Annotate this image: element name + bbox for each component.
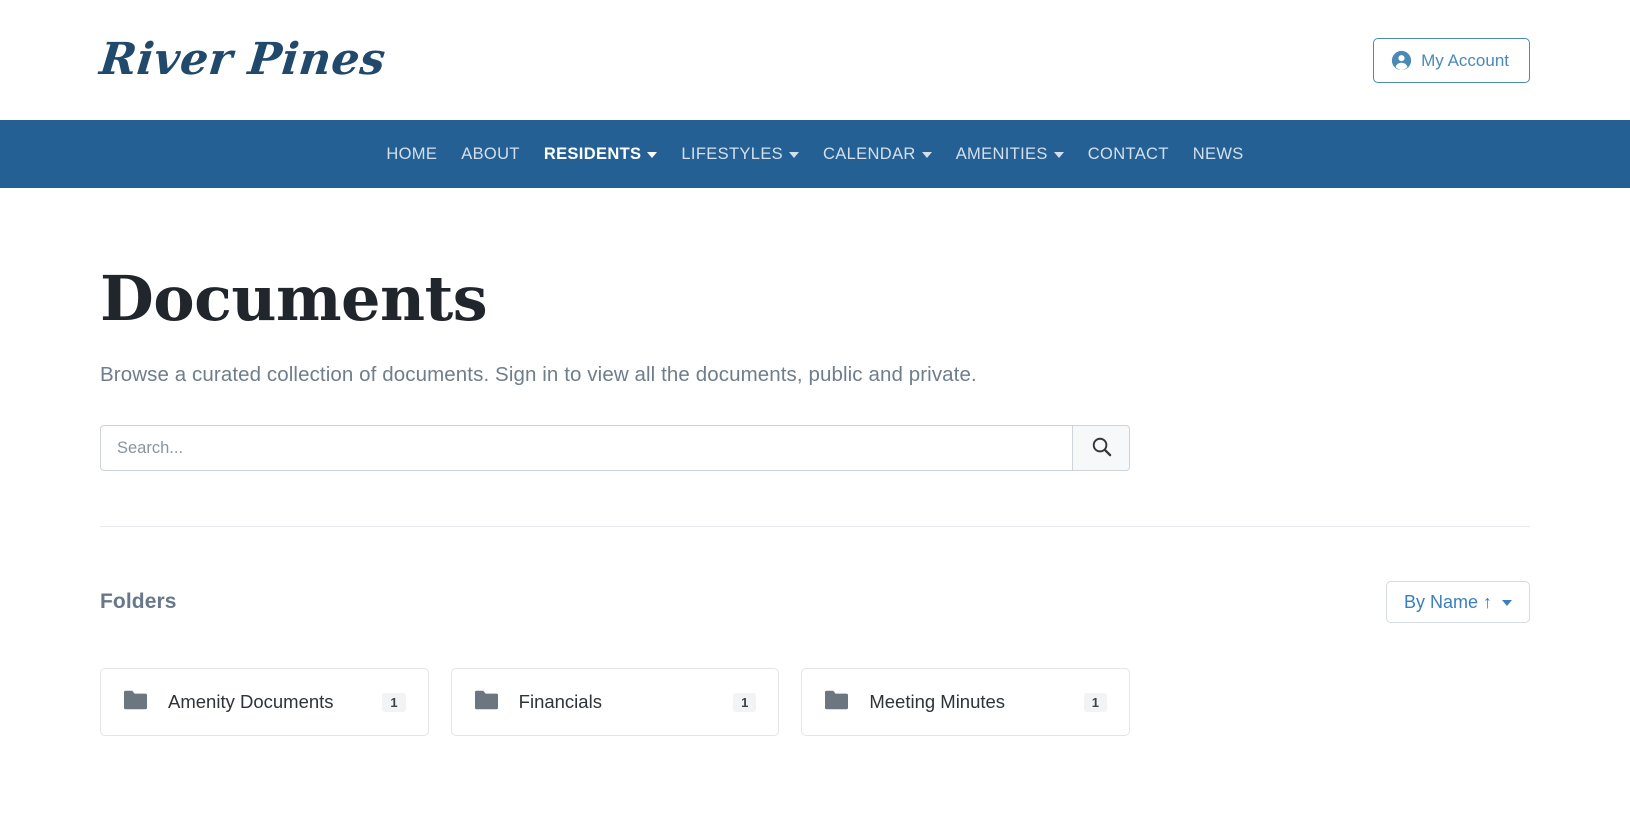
- folder-item-count-badge: 1: [382, 692, 406, 712]
- folder-item-count-badge: 1: [733, 692, 757, 712]
- document-search-bar: [100, 425, 1130, 472]
- nav-item-label: CALENDAR: [823, 144, 916, 163]
- chevron-down-icon: [647, 151, 658, 158]
- chevron-down-icon: [1053, 151, 1064, 158]
- folder-card-meeting-minutes[interactable]: Meeting Minutes 1: [801, 668, 1130, 737]
- nav-item-lifestyles[interactable]: LIFESTYLES: [669, 145, 811, 164]
- my-account-label: My Account: [1421, 50, 1509, 70]
- nav-item-label: HOME: [386, 144, 438, 163]
- nav-item-residents[interactable]: RESIDENTS: [532, 145, 670, 164]
- page-title: Documents: [100, 262, 488, 335]
- search-icon: [1090, 435, 1113, 461]
- folders-section: Folders By Name ↑ Amenity Documents 1 Fi…: [100, 527, 1530, 737]
- chevron-down-icon: [1502, 599, 1512, 606]
- folder-card-amenity-documents[interactable]: Amenity Documents 1: [100, 668, 429, 737]
- account-circle-icon: [1391, 50, 1412, 71]
- folder-icon: [824, 689, 849, 715]
- brand-logo[interactable]: River Pines: [97, 34, 388, 85]
- search-submit-button[interactable]: [1072, 425, 1130, 472]
- folder-name: Amenity Documents: [168, 691, 334, 713]
- folders-section-header: Folders By Name ↑: [100, 527, 1530, 624]
- folder-name: Meeting Minutes: [869, 691, 1006, 713]
- sort-dropdown-label: By Name ↑: [1403, 592, 1492, 613]
- folders-heading: Folders: [100, 590, 177, 614]
- chevron-down-icon: [921, 151, 932, 158]
- nav-item-contact[interactable]: CONTACT: [1076, 145, 1181, 164]
- folder-grid: Amenity Documents 1 Financials 1 Meeting…: [100, 668, 1130, 737]
- nav-item-label: NEWS: [1192, 144, 1244, 163]
- folder-card-financials[interactable]: Financials 1: [450, 668, 780, 737]
- nav-item-amenities[interactable]: AMENITIES: [944, 145, 1076, 164]
- my-account-button[interactable]: My Account: [1373, 37, 1530, 83]
- main-content: Documents Browse a curated collection of…: [0, 188, 1630, 737]
- site-header: River Pines My Account: [0, 0, 1630, 120]
- main-navigation: HOME ABOUT RESIDENTS LIFESTYLES CALENDAR…: [0, 120, 1630, 188]
- folder-name: Financials: [518, 691, 602, 713]
- folder-item-count-badge: 1: [1083, 692, 1107, 712]
- nav-item-label: ABOUT: [461, 144, 520, 163]
- search-input[interactable]: [100, 425, 1072, 472]
- folder-icon: [123, 689, 148, 715]
- nav-item-label: AMENITIES: [955, 144, 1048, 163]
- nav-item-label: CONTACT: [1087, 144, 1169, 163]
- nav-item-calendar[interactable]: CALENDAR: [811, 145, 944, 164]
- folder-icon: [474, 689, 499, 715]
- nav-item-news[interactable]: NEWS: [1181, 145, 1256, 164]
- nav-item-label: LIFESTYLES: [681, 144, 784, 163]
- page-description: Browse a curated collection of documents…: [100, 363, 977, 387]
- nav-item-label: RESIDENTS: [543, 144, 642, 163]
- nav-item-home[interactable]: HOME: [374, 145, 449, 164]
- nav-item-about[interactable]: ABOUT: [449, 145, 532, 164]
- sort-dropdown-button[interactable]: By Name ↑: [1385, 581, 1530, 624]
- chevron-down-icon: [789, 151, 800, 158]
